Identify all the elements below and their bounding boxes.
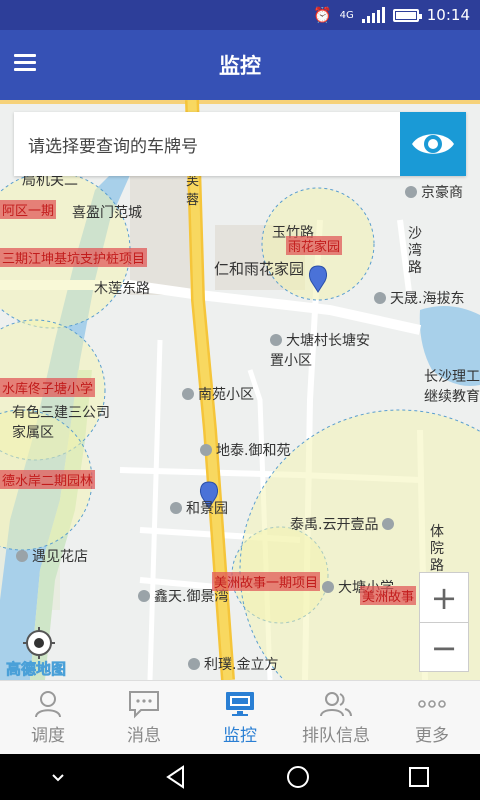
system-nav-bar bbox=[0, 754, 480, 800]
site-label[interactable]: 水库佟子塘小学 bbox=[0, 378, 96, 397]
nav-item-messages[interactable]: 消息 bbox=[96, 681, 192, 754]
map-label: 长沙理工继续教育 bbox=[424, 369, 480, 405]
map-label: 和景园 bbox=[170, 498, 228, 518]
network-type: 4G bbox=[339, 9, 354, 21]
site-label[interactable]: 阿区一期 bbox=[0, 200, 57, 219]
person-icon bbox=[35, 691, 61, 718]
nav-label: 监控 bbox=[223, 726, 257, 746]
nav-item-monitor[interactable]: 监控 bbox=[192, 681, 288, 754]
nav-label: 调度 bbox=[31, 726, 65, 746]
app-bar: 监控 bbox=[0, 30, 480, 100]
view-button[interactable] bbox=[400, 112, 466, 176]
home-icon[interactable] bbox=[285, 764, 311, 790]
group-icon bbox=[320, 692, 352, 717]
locate-button[interactable] bbox=[22, 626, 56, 660]
status-bar: ⏰ 4G 10:14 bbox=[0, 0, 480, 30]
map-label: 地泰.御和苑 bbox=[200, 440, 290, 460]
map-provider-logo: 高德地图 bbox=[6, 660, 67, 679]
zoom-in-button[interactable]: + bbox=[420, 573, 468, 623]
nav-item-queue[interactable]: 排队信息 bbox=[288, 681, 384, 754]
map-label: 泰禹.云开壹品 bbox=[290, 514, 398, 534]
map-label: 喜盈门范城 bbox=[72, 205, 142, 221]
road-label: 体院路 bbox=[430, 524, 444, 574]
page-title: 监控 bbox=[219, 54, 261, 78]
back-icon[interactable] bbox=[163, 764, 189, 790]
map-label: 京豪商 bbox=[405, 182, 463, 202]
map-label: 南苑小区 bbox=[182, 384, 254, 404]
zoom-out-button[interactable]: − bbox=[420, 623, 468, 673]
road-label: 木莲东路 bbox=[94, 281, 150, 297]
map-label: 有色三建三公司家属区 bbox=[12, 405, 110, 441]
zoom-control: + − bbox=[419, 572, 469, 672]
nav-label: 更多 bbox=[415, 726, 449, 746]
more-icon bbox=[418, 700, 446, 708]
nav-item-more[interactable]: 更多 bbox=[384, 681, 480, 754]
site-label[interactable]: 德水岸二期园林 bbox=[0, 470, 96, 489]
site-label[interactable]: 三期江坤基坑支护桩项目 bbox=[0, 248, 148, 267]
plate-search-placeholder[interactable]: 请选择要查询的车牌号 bbox=[14, 132, 400, 157]
battery-icon bbox=[392, 8, 422, 22]
map-view[interactable]: 局机关二 芙蓉 京豪商 喜盈门范城 玉竹路 仁和雨花家园 沙湾路 木莲东路 天晟… bbox=[0, 100, 480, 680]
clock: 10:14 bbox=[426, 6, 470, 24]
map-label: 大塘村长塘安置小区 bbox=[270, 333, 370, 369]
eye-icon bbox=[412, 134, 454, 154]
menu-button[interactable] bbox=[14, 54, 36, 74]
road-label: 沙湾路 bbox=[408, 226, 422, 276]
map-label: 仁和雨花家园 bbox=[214, 260, 305, 278]
site-label[interactable]: 美洲故事 bbox=[360, 586, 417, 605]
nav-label: 消息 bbox=[127, 726, 161, 746]
site-label[interactable]: 美洲故事一期项目 bbox=[212, 572, 321, 591]
signal-icon bbox=[361, 7, 385, 23]
monitor-icon bbox=[226, 692, 254, 716]
map-label: 天晟.海拔东 bbox=[374, 288, 464, 308]
site-label[interactable]: 雨花家园 bbox=[286, 236, 343, 255]
alarm-icon: ⏰ bbox=[312, 6, 332, 24]
chevron-down-icon[interactable] bbox=[48, 767, 68, 787]
recents-icon[interactable] bbox=[406, 764, 432, 790]
nav-item-dispatch[interactable]: 调度 bbox=[0, 681, 96, 754]
bottom-nav: 调度 消息 监控 排队信息 更多 bbox=[0, 680, 480, 754]
plate-search-box[interactable]: 请选择要查询的车牌号 bbox=[14, 112, 466, 176]
map-label: 利璞.金立方 bbox=[188, 654, 278, 674]
crosshair-icon bbox=[23, 627, 55, 659]
nav-label: 排队信息 bbox=[302, 726, 370, 746]
map-label: 遇见花店 bbox=[16, 546, 88, 566]
chat-icon bbox=[129, 691, 159, 719]
